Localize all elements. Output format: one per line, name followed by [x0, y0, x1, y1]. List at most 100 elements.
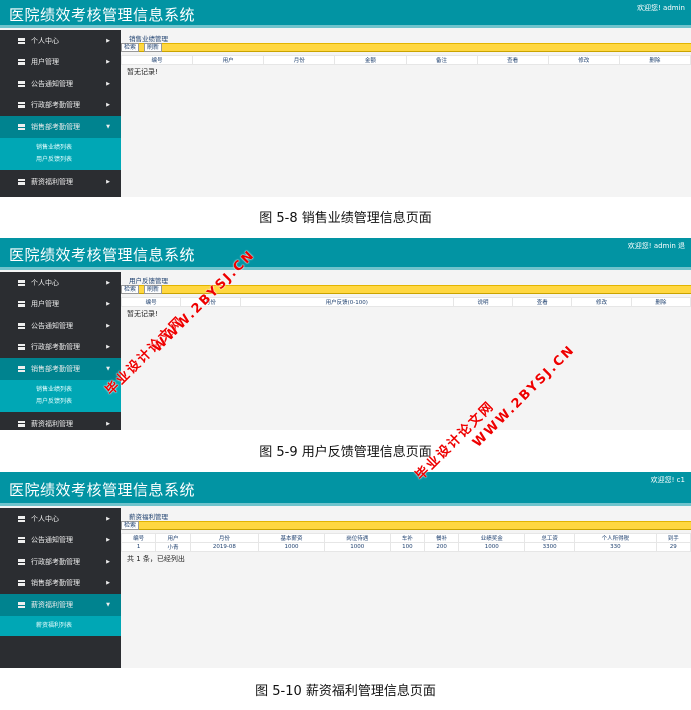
caret-right-icon: ▶: [106, 580, 110, 587]
column-header: 修改: [571, 297, 632, 307]
column-header: 总工资: [524, 533, 576, 543]
app-title: 医院绩效考核管理信息系统: [9, 246, 196, 264]
submenu-item[interactable]: 用户反馈列表: [0, 154, 121, 166]
submenu: 销售业绩列表 用户反馈列表: [0, 137, 121, 172]
column-header: 删除: [630, 297, 691, 307]
submenu-item[interactable]: 用户反馈列表: [0, 396, 121, 408]
caret-right-icon: ▶: [106, 344, 110, 351]
column-header: 用户: [155, 533, 191, 543]
menu-icon: [18, 123, 25, 130]
toolbar-button[interactable]: 检索: [121, 285, 140, 294]
table-cell: 1: [120, 542, 157, 552]
sidebar-item[interactable]: 公告通知管理 ▶: [0, 530, 121, 552]
toolbar-button[interactable]: 检索: [121, 43, 140, 52]
table-cell: 3300: [524, 542, 576, 552]
caret-down-icon: ▼: [106, 365, 110, 372]
breadcrumb: 销售业绩管理: [129, 35, 168, 43]
toolbar-button[interactable]: 刷新: [144, 285, 163, 294]
sidebar-item-label: 行政部考勤管理: [31, 343, 80, 352]
welcome-text: 欢迎您! admin: [637, 4, 685, 12]
menu-icon: [18, 537, 25, 544]
sidebar-item[interactable]: 销售部考勤管理 ▼: [0, 116, 121, 138]
submenu: 薪资福利列表: [0, 615, 121, 638]
menu-icon: [18, 344, 25, 351]
column-header: 用户反馈(0-100): [239, 297, 454, 307]
submenu-item[interactable]: 薪资福利列表: [0, 620, 121, 632]
toolbar-button[interactable]: 刷新: [144, 43, 163, 52]
table-cell: 2019-08: [189, 542, 260, 552]
sidebar-item[interactable]: 薪资福利管理 ▼: [0, 594, 121, 616]
sidebar-item-label: 个人中心: [31, 36, 59, 45]
app-title: 医院绩效考核管理信息系统: [9, 481, 196, 499]
menu-icon: [18, 601, 25, 608]
sidebar-item-label: 薪资福利管理: [31, 420, 73, 429]
sidebar-item[interactable]: 个人中心 ▶: [0, 272, 121, 294]
column-header: 月份: [263, 55, 336, 65]
sidebar-item-label: 公告通知管理: [31, 79, 73, 88]
column-header: 车补: [389, 533, 426, 543]
column-header: 月份: [189, 533, 260, 543]
table-message: 暂无记录!: [127, 68, 158, 76]
sidebar-item[interactable]: 公告通知管理 ▶: [0, 315, 121, 337]
figure-caption: 图 5-9 用户反馈管理信息页面: [259, 445, 432, 460]
sidebar-item-label: 公告通知管理: [31, 321, 73, 330]
menu-icon: [18, 80, 25, 87]
caret-right-icon: ▶: [106, 102, 110, 109]
sidebar-item-label: 行政部考勤管理: [31, 557, 80, 566]
sidebar-item[interactable]: 销售部考勤管理 ▼: [0, 358, 121, 380]
caret-right-icon: ▶: [106, 279, 110, 286]
caret-down-icon: ▼: [106, 123, 110, 130]
sidebar-item[interactable]: 公告通知管理 ▶: [0, 73, 121, 95]
sidebar-item[interactable]: 薪资福利管理 ▶: [0, 414, 121, 431]
menu-icon: [18, 558, 25, 565]
column-header: 岗位待遇: [323, 533, 391, 543]
screenshot-panel: 医院绩效考核管理信息系统 欢迎您! c1 个人中心 ▶ 公告通知管理 ▶ 行政部考勤管理…: [0, 472, 691, 668]
sidebar: 个人中心 ▶ 公告通知管理 ▶ 行政部考勤管理 ▶ 销售部考勤管理 ▶ 薪资福利管理 ▼ 薪资福利列…: [0, 508, 121, 668]
column-header: 编号: [120, 297, 182, 307]
sidebar-item[interactable]: 用户管理 ▶: [0, 52, 121, 74]
welcome-text: 欢迎您! admin 退: [627, 242, 685, 250]
main-content: 薪资福利管理 检索 编号 用户 月份 基本薪资 岗位待遇 车补 餐补 业绩奖金 总工资 个人所得税到…: [120, 508, 691, 668]
menu-icon: [18, 37, 25, 44]
sidebar-item[interactable]: 行政部考勤管理 ▶: [0, 337, 121, 359]
sidebar-item[interactable]: 用户管理 ▶: [0, 294, 121, 316]
table-cell: 330: [574, 542, 657, 552]
menu-icon: [18, 179, 25, 186]
column-header: 删除: [618, 55, 691, 65]
column-header: 备注: [405, 55, 478, 65]
screenshot-panel: 医院绩效考核管理信息系统 欢迎您! admin 退 个人中心 ▶ 用户管理 ▶ 公告通知…: [0, 238, 691, 430]
toolbar-button[interactable]: 检索: [121, 521, 140, 530]
menu-icon: [18, 580, 25, 587]
sidebar-item-label: 薪资福利管理: [31, 178, 73, 187]
column-header: 编号: [120, 55, 194, 65]
screenshot-panel: 医院绩效考核管理信息系统 欢迎您! admin 个人中心 ▶ 用户管理 ▶ 公告通知管理…: [0, 0, 691, 197]
sidebar: 个人中心 ▶ 用户管理 ▶ 公告通知管理 ▶ 行政部考勤管理 ▶ 销售部考勤管理 ▼ 销售业绩列表用…: [0, 30, 121, 197]
table-cell: 1000: [323, 542, 391, 552]
sidebar-item-label: 公告通知管理: [31, 536, 73, 545]
sidebar-item[interactable]: 销售部考勤管理 ▶: [0, 573, 121, 595]
column-header: 基本薪资: [258, 533, 325, 543]
column-header: 到手: [655, 533, 691, 543]
sidebar-item-label: 薪资福利管理: [31, 600, 73, 609]
app-header: 医院绩效考核管理信息系统 欢迎您! admin: [0, 0, 691, 28]
sidebar-item[interactable]: 个人中心 ▶: [0, 508, 121, 530]
toolbar: 检索: [121, 521, 691, 530]
caret-right-icon: ▶: [106, 322, 110, 329]
menu-icon: [18, 59, 25, 66]
sidebar-item[interactable]: 个人中心 ▶: [0, 30, 121, 52]
table-cell: 200: [423, 542, 460, 552]
column-header: 查看: [476, 55, 549, 65]
caret-right-icon: ▶: [106, 558, 110, 565]
column-header: 金额: [334, 55, 407, 65]
submenu-item[interactable]: 销售业绩列表: [0, 142, 121, 154]
sidebar-item-label: 用户管理: [31, 300, 59, 309]
caret-down-icon: ▼: [106, 601, 110, 608]
table-message: 共 1 条，已经列出: [127, 555, 185, 563]
data-table: 编号 用户 月份 金额 备注 查看 修改 删除: [120, 55, 691, 65]
caret-right-icon: ▶: [106, 515, 110, 522]
sidebar-item[interactable]: 行政部考勤管理 ▶: [0, 95, 121, 117]
sidebar-item[interactable]: 薪资福利管理 ▶: [0, 172, 121, 194]
column-header: 个人所得税: [574, 533, 657, 543]
caret-right-icon: ▶: [106, 537, 110, 544]
sidebar-item[interactable]: 行政部考勤管理 ▶: [0, 551, 121, 573]
